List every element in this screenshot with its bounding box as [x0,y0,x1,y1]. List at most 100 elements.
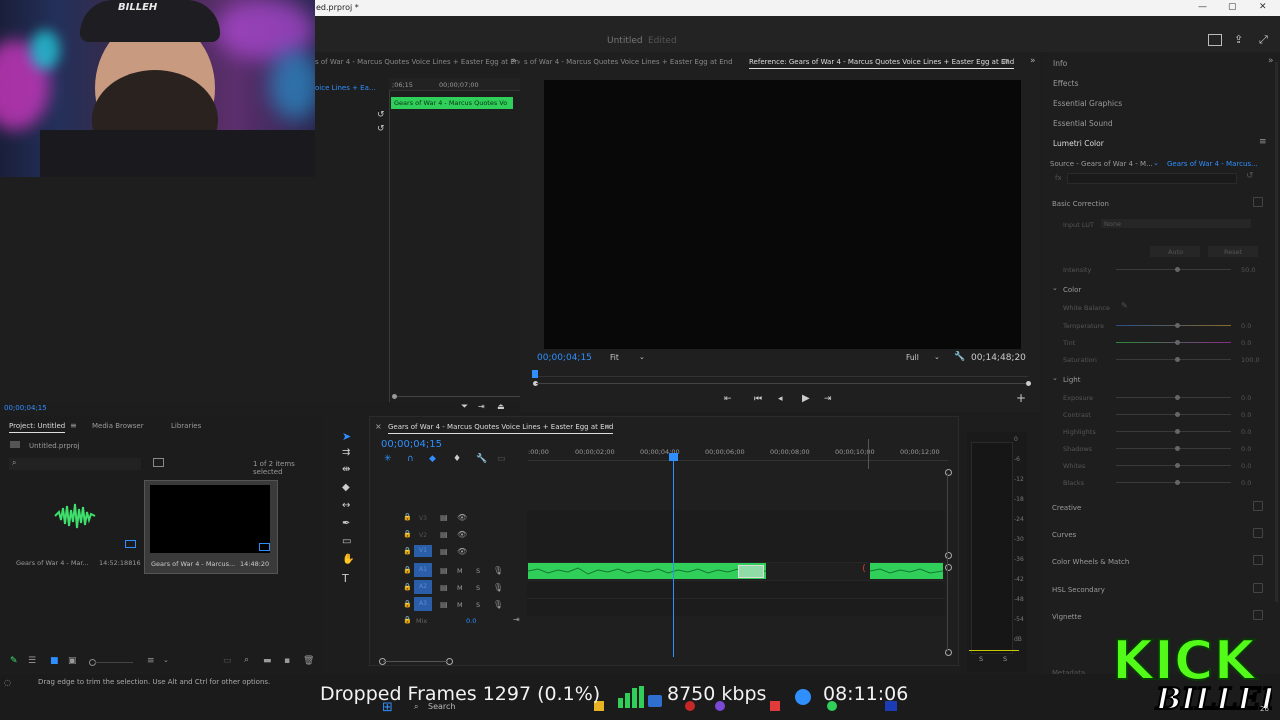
saturation-value[interactable]: 100.0 [1241,356,1260,364]
close-button[interactable]: ✕ [1259,2,1267,12]
project-item-selected[interactable]: Gears of War 4 - Marcus... 14:48:20 [144,480,278,574]
panel-overflow-icon[interactable]: » [1030,56,1036,66]
track-label-a2[interactable]: A2 [414,580,432,594]
sync-lock-icon[interactable]: ▤ [440,530,448,539]
pencil-icon[interactable]: ✎ [10,656,18,666]
panel-effects[interactable]: Effects [1053,79,1079,88]
eye-icon[interactable]: 👁 [457,547,467,556]
exposure-knob[interactable] [1175,395,1180,400]
contrast-value[interactable]: 0.0 [1241,411,1251,419]
sync-lock-icon[interactable]: ▤ [440,583,448,592]
source-clip[interactable]: Gears of War 4 - Marcus Quotes Vo [391,97,513,109]
tint-slider[interactable] [1116,342,1231,343]
horizontal-scrollbar[interactable] [383,661,448,662]
wrench-icon[interactable]: 🔧 [954,352,965,362]
menu-icon[interactable]: ≡ [1259,137,1267,147]
lock-icon[interactable]: 🔒 [403,616,412,624]
basic-correction-checkbox[interactable] [1253,197,1263,207]
maximize-button[interactable]: ▢ [1228,2,1237,12]
whites-value[interactable]: 0.0 [1241,462,1251,470]
new-bin-icon[interactable]: ▬ [263,656,272,666]
mute-button[interactable]: M [457,601,463,609]
tint-value[interactable]: 0.0 [1241,339,1251,347]
fullscreen-icon[interactable]: ⤢ [1259,33,1268,47]
microphone-icon[interactable]: 🎙 [493,600,503,609]
trim-edge-icon[interactable]: ⟨ [862,564,866,574]
whites-slider[interactable] [1116,465,1231,466]
project-item[interactable]: Gears of War 4 - Mar... 14:52:18816 [9,480,141,567]
creative-checkbox[interactable] [1253,501,1263,511]
insert-icon[interactable]: ⇥ [478,402,485,411]
captions-icon[interactable]: ▭ [497,454,506,464]
ripple-edit-icon[interactable]: ⇹ [342,464,350,475]
contrast-knob[interactable] [1175,412,1180,417]
track-select-icon[interactable]: ⇉ [342,447,350,458]
sync-lock-icon[interactable]: ▤ [440,547,448,556]
lock-icon[interactable]: 🔒 [403,513,412,521]
playhead-marker[interactable] [532,370,538,378]
timeline-timecode[interactable]: 00;00;04;15 [381,439,442,450]
clip-selection[interactable] [738,565,764,578]
go-to-out-icon[interactable]: ⇥ [824,394,832,404]
go-to-in-icon[interactable]: ⏮ [754,394,762,404]
saturation-slider[interactable] [1116,359,1231,360]
close-icon[interactable]: × [375,422,382,431]
add-button-icon[interactable]: + [1016,391,1026,405]
redo-icon[interactable]: ↺ [377,124,385,134]
exposure-slider[interactable] [1116,397,1231,398]
color-wheels-section[interactable]: Color Wheels & Match [1052,558,1129,566]
type-tool-icon[interactable]: T [342,572,349,585]
panel-overflow-icon[interactable]: » [1268,56,1274,66]
automate-icon[interactable]: ▭ [223,656,232,666]
tab-project[interactable]: Project: Untitled [9,422,66,433]
right-scrollbar[interactable] [1275,62,1278,602]
input-lut-select[interactable]: None [1101,219,1251,228]
blacks-slider[interactable] [1116,482,1231,483]
audio-clip[interactable] [870,563,943,579]
list-view-icon[interactable]: ☰ [28,656,36,666]
light-section-label[interactable]: Light [1063,376,1080,384]
highlights-knob[interactable] [1175,429,1180,434]
reset-button[interactable]: Reset [1208,246,1258,257]
marker-icon[interactable]: ♦ [453,454,461,464]
zoom-bar[interactable] [536,383,1026,384]
creative-section[interactable]: Creative [1052,504,1081,512]
solo-button[interactable]: S [476,567,480,575]
icon-view-icon[interactable]: ■ [50,656,59,666]
reset-icon[interactable]: ↺ [1246,171,1254,181]
intensity-value[interactable]: 50.0 [1241,266,1255,274]
share-icon[interactable]: ⇪ [1234,33,1243,46]
search-icon[interactable]: ⌕ [244,655,249,665]
intensity-slider[interactable] [1116,269,1231,270]
highlights-slider[interactable] [1116,431,1231,432]
color-wheels-checkbox[interactable] [1253,555,1263,565]
solo-button[interactable]: S [476,584,480,592]
mark-in-icon[interactable]: ⇤ [724,394,732,404]
mix-value[interactable]: 0.0 [466,617,476,625]
track-label-v1[interactable]: V1 [414,545,432,557]
contrast-slider[interactable] [1116,414,1231,415]
audio-track-a3[interactable] [527,599,945,616]
panel-info[interactable]: Info [1053,59,1067,68]
meter-channel-right[interactable]: S [1003,655,1007,663]
project-search-input[interactable]: ⌕ [9,458,141,470]
slip-tool-icon[interactable]: ↔ [342,500,350,511]
sync-lock-icon[interactable]: ▤ [440,513,448,522]
step-back-icon[interactable]: ◂ [778,394,783,404]
tab-menu-icon[interactable]: ≡ [1002,57,1010,67]
chevron-down-icon[interactable]: ⌄ [639,353,645,361]
lock-icon[interactable]: 🔒 [403,566,412,574]
trash-icon[interactable]: 🗑 [303,656,314,666]
menu-icon[interactable]: ≡ [604,422,611,431]
sync-lock-icon[interactable]: ▤ [440,600,448,609]
saturation-knob[interactable] [1175,357,1180,362]
shadows-value[interactable]: 0.0 [1241,445,1251,453]
panel-essential-graphics[interactable]: Essential Graphics [1053,99,1122,108]
lock-icon[interactable]: 🔒 [403,600,412,608]
zoom-handle-right[interactable] [1026,381,1031,386]
microphone-icon[interactable]: 🎙 [493,566,503,575]
eye-icon[interactable]: 👁 [457,530,467,539]
play-icon[interactable]: ▶ [802,393,810,404]
vignette-checkbox[interactable] [1253,610,1263,620]
blacks-knob[interactable] [1175,480,1180,485]
